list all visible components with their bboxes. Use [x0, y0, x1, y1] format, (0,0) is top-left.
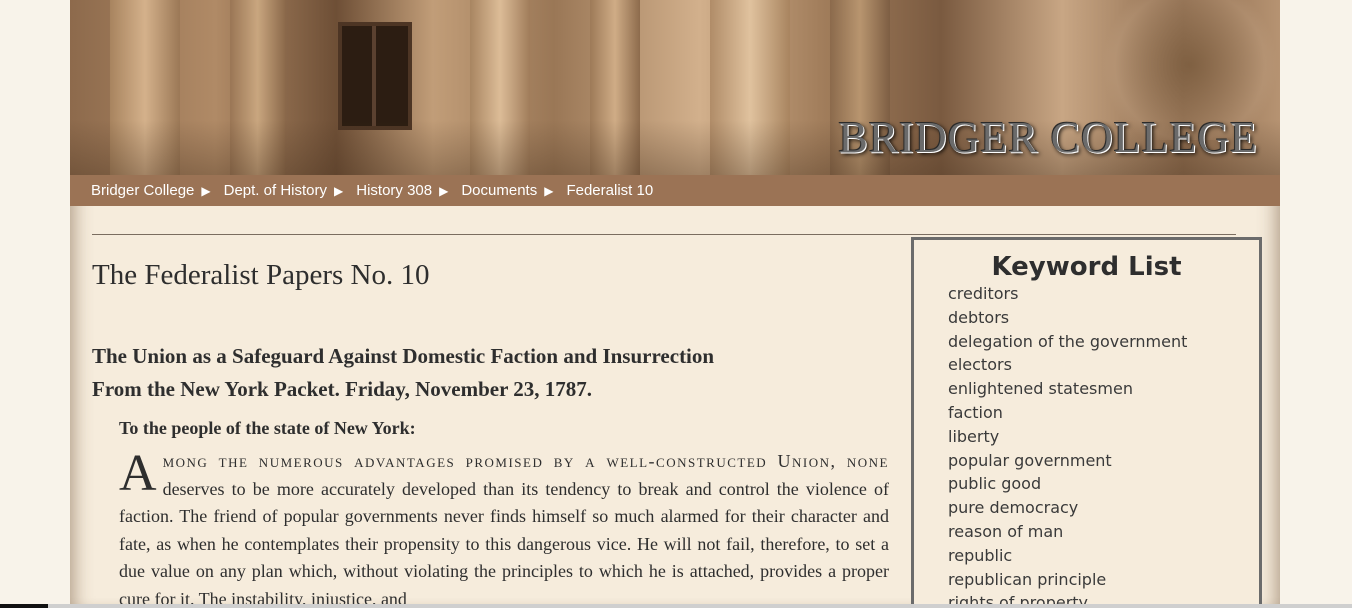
salutation: To the people of the state of New York:: [119, 418, 416, 438]
keyword-item[interactable]: electors: [948, 353, 1259, 377]
breadcrumb-arrow-icon: ▶: [201, 183, 211, 198]
breadcrumb-current-page: Federalist 10: [566, 182, 654, 199]
lead-in-smallcaps: mong the numerous advantages promised by…: [162, 451, 889, 471]
keyword-item[interactable]: enlightened statesmen: [948, 377, 1259, 401]
page-title: The Federalist Papers No. 10: [92, 259, 430, 291]
breadcrumb: Bridger College ▶ Dept. of History ▶ His…: [70, 175, 1280, 206]
subtitle-line-2: From the New York Packet. Friday, Novemb…: [92, 377, 593, 401]
divider-line: [92, 234, 1236, 235]
subtitle-line-1: The Union as a Safeguard Against Domesti…: [92, 344, 715, 368]
breadcrumb-arrow-icon: ▶: [544, 183, 554, 198]
body-text: deserves to be more accurately developed…: [119, 478, 889, 608]
page-container: BRIDGER COLLEGE Bridger College ▶ Dept. …: [70, 0, 1280, 608]
keyword-item[interactable]: reason of man: [948, 520, 1259, 544]
keyword-item[interactable]: republican principle: [948, 568, 1259, 592]
breadcrumb-bridger-college[interactable]: Bridger College: [91, 182, 194, 199]
keyword-item[interactable]: creditors: [948, 282, 1259, 306]
header-banner: BRIDGER COLLEGE: [70, 0, 1280, 175]
banner-doorway: [338, 22, 412, 130]
breadcrumb-history-308[interactable]: History 308: [356, 182, 432, 199]
college-logo-text: BRIDGER COLLEGE: [838, 113, 1258, 162]
keyword-item[interactable]: popular government: [948, 449, 1259, 473]
article-subtitle: The Union as a Safeguard Against Domesti…: [92, 340, 714, 406]
breadcrumb-arrow-icon: ▶: [439, 183, 449, 198]
article-body: Among the numerous advantages promised b…: [119, 448, 889, 608]
breadcrumb-documents[interactable]: Documents: [461, 182, 537, 199]
keyword-item[interactable]: public good: [948, 472, 1259, 496]
keyword-item[interactable]: liberty: [948, 425, 1259, 449]
keyword-item[interactable]: debtors: [948, 306, 1259, 330]
breadcrumb-dept-history[interactable]: Dept. of History: [224, 182, 327, 199]
keyword-item[interactable]: pure democracy: [948, 496, 1259, 520]
keyword-item[interactable]: delegation of the government: [948, 330, 1259, 354]
keyword-list: creditors debtors delegation of the govern…: [914, 282, 1259, 608]
keyword-item[interactable]: faction: [948, 401, 1259, 425]
window-bottom-edge: [0, 604, 1352, 608]
keyword-item[interactable]: republic: [948, 544, 1259, 568]
keyword-list-panel: Keyword List creditors debtors delegation …: [911, 237, 1262, 608]
drop-cap: A: [119, 445, 157, 502]
keyword-list-title: Keyword List: [991, 252, 1182, 282]
breadcrumb-arrow-icon: ▶: [334, 183, 344, 198]
